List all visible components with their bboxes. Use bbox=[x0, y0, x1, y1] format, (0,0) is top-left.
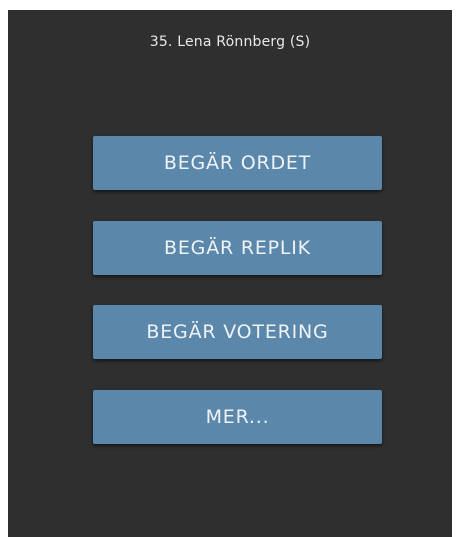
request-reply-button[interactable]: BEGÄR REPLIK bbox=[93, 221, 382, 275]
request-vote-button[interactable]: BEGÄR VOTERING bbox=[93, 305, 382, 359]
delegate-name-label: 35. Lena Rönnberg (S) bbox=[149, 34, 311, 50]
voting-terminal-screen: 35. Lena Rönnberg (S) BEGÄR ORDET BEGÄR … bbox=[8, 10, 452, 537]
more-button[interactable]: MER... bbox=[93, 390, 382, 444]
request-floor-button[interactable]: BEGÄR ORDET bbox=[93, 136, 382, 190]
